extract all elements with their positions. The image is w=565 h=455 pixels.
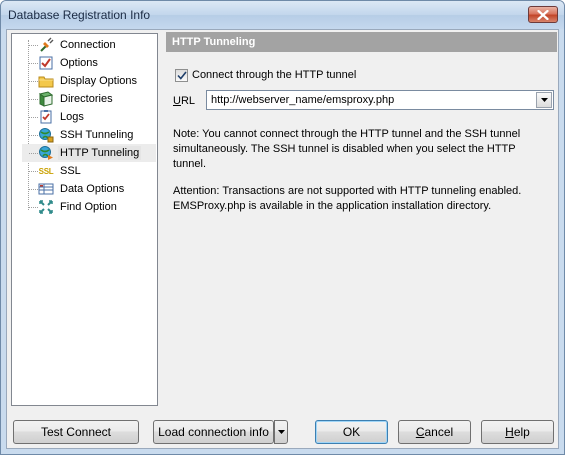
tree-item-label: Display Options	[60, 75, 138, 87]
url-value[interactable]: http://webserver_name/emsproxy.php	[207, 94, 536, 106]
tree-item-ssl[interactable]: SSL SSL	[22, 162, 156, 180]
tree-item-connection[interactable]: Connection	[22, 36, 156, 54]
attention-note: Attention: Transactions are not supporte…	[173, 185, 522, 212]
tree-item-label: Options	[60, 57, 98, 69]
http-tunnel-checkbox[interactable]	[175, 68, 188, 82]
tree-item-label: SSL	[60, 165, 81, 177]
section-header: HTTP Tunneling	[166, 32, 557, 52]
chevron-down-icon	[277, 430, 285, 434]
tree-item-label: Logs	[60, 111, 84, 123]
tree-item-http-tunneling[interactable]: HTTP Tunneling	[22, 144, 156, 162]
tree-item-label: HTTP Tunneling	[58, 146, 142, 160]
http-tunnel-checkbox-row[interactable]: Connect through the HTTP tunnel	[175, 68, 356, 82]
dialog-client-area: Connection Options Display Options Direc…	[6, 29, 559, 449]
checkmark-icon	[176, 71, 187, 80]
http-globe-icon	[38, 145, 54, 161]
chevron-down-icon	[540, 98, 548, 102]
tree-item-find-option[interactable]: Find Option	[22, 198, 156, 216]
url-combobox[interactable]: http://webserver_name/emsproxy.php	[206, 90, 554, 110]
logs-checklist-icon	[38, 109, 54, 125]
load-connection-info-dropdown[interactable]	[274, 420, 288, 444]
window-title: Database Registration Info	[8, 8, 151, 22]
tree-item-label: Directories	[60, 93, 113, 105]
test-connect-button[interactable]: Test Connect	[13, 420, 139, 444]
url-label: URL	[173, 95, 196, 107]
tree-item-options[interactable]: Options	[22, 54, 156, 72]
close-icon	[537, 9, 549, 20]
tree-item-logs[interactable]: Logs	[22, 108, 156, 126]
tree-item-label: SSH Tunneling	[60, 129, 134, 141]
close-button[interactable]	[528, 6, 558, 23]
tree-item-label: Find Option	[60, 201, 117, 213]
directories-book-icon	[38, 91, 54, 107]
ssl-text-icon: SSL	[38, 166, 54, 176]
http-tunnel-checkbox-label: Connect through the HTTP tunnel	[192, 69, 357, 81]
help-button[interactable]: Help	[481, 420, 554, 444]
ssh-globe-icon	[38, 127, 54, 143]
folder-icon	[38, 73, 54, 89]
ok-button[interactable]: OK	[315, 420, 388, 444]
tree-item-label: Connection	[60, 39, 116, 51]
url-dropdown-button[interactable]	[536, 92, 552, 108]
tunnel-note: Note: You cannot connect through the HTT…	[173, 128, 521, 170]
dialog-window: Database Registration Info Connection Op…	[0, 0, 565, 455]
connection-plug-icon	[38, 37, 54, 53]
find-arrows-icon	[38, 199, 54, 215]
tree-item-ssh-tunneling[interactable]: SSH Tunneling	[22, 126, 156, 144]
data-options-grid-icon	[38, 181, 54, 197]
settings-tree: Connection Options Display Options Direc…	[11, 33, 158, 406]
tree-item-display-options[interactable]: Display Options	[22, 72, 156, 90]
tree-item-directories[interactable]: Directories	[22, 90, 156, 108]
tree-item-data-options[interactable]: Data Options	[22, 180, 156, 198]
load-connection-info-button[interactable]: Load connection info	[153, 420, 274, 444]
title-bar[interactable]: Database Registration Info	[1, 1, 564, 29]
options-checklist-icon	[38, 55, 54, 71]
cancel-button[interactable]: Cancel	[398, 420, 471, 444]
tree-item-label: Data Options	[60, 183, 125, 195]
